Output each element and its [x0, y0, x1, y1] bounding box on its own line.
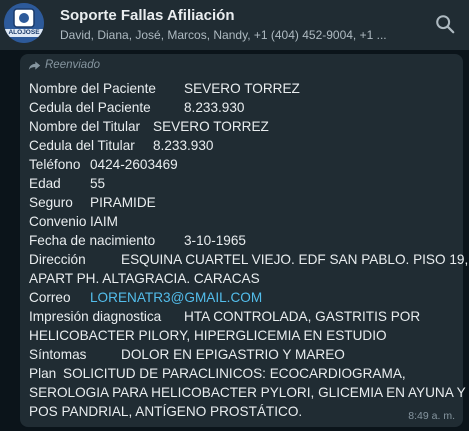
search-icon[interactable] [434, 13, 456, 35]
chat-participants: David, Diana, José, Marcos, Nandy, +1 (4… [60, 28, 387, 42]
field-value: IAIM [90, 214, 118, 229]
field-row: Seguro PIRAMIDE [29, 193, 461, 212]
field-value: SEROLOGIA PARA HELICOBACTER PYLORI, GLIC… [29, 385, 466, 400]
field-row: Dirección ESQUINA CUARTEL VIEJO. EDF SAN … [29, 250, 468, 269]
field-label: Plan [29, 366, 57, 381]
forwarded-indicator: Reenviado [28, 59, 100, 71]
field-value: SOLICITUD DE PARACLINICOS: ECOCARDIOGRAM… [63, 366, 406, 381]
field-row: Cedula del Titular 8.233.930 [29, 136, 461, 155]
field-value: 55 [90, 176, 106, 191]
field-row: Teléfono 0424-2603469 [29, 155, 461, 174]
field-row: APART PH. ALTAGRACIA. CARACAS [29, 269, 461, 288]
field-label: Nombre del Titular [29, 119, 141, 134]
field-value: HELICOBACTER PILORY, HIPERGLICEMIA EN ES… [29, 328, 387, 343]
field-label: Impresión diagnostica [29, 309, 162, 324]
field-row: Impresión diagnostica HTA CONTROLADA, GAS… [29, 307, 461, 326]
field-row: SEROLOGIA PARA HELICOBACTER PYLORI, GLIC… [29, 383, 466, 402]
field-row: POS PANDRIAL, ANTÍGENO PROSTÁTICO. [29, 402, 461, 421]
field-value: 3-10-1965 [184, 233, 246, 248]
field-label: Edad [29, 176, 61, 191]
field-label: Correo [29, 290, 71, 305]
field-label: Cedula del Paciente [29, 100, 151, 115]
field-label: Dirección [29, 252, 86, 267]
chat-title: Soporte Fallas Afiliación [60, 7, 235, 24]
message-timestamp: 8:49 a. m. [408, 410, 455, 422]
field-row: Nombre del Paciente SEVERO TORREZ [29, 79, 461, 98]
field-value: POS PANDRIAL, ANTÍGENO PROSTÁTICO. [29, 404, 303, 419]
field-value: PIRAMIDE [90, 195, 156, 210]
field-row: Nombre del Titular SEVERO TORREZ [29, 117, 461, 136]
field-value: 8.233.930 [184, 100, 245, 115]
field-label: Teléfono [29, 157, 81, 172]
field-label: Seguro [29, 195, 73, 210]
field-row: Cedula del Paciente 8.233.930 [29, 98, 461, 117]
field-value: APART PH. ALTAGRACIA. CARACAS [29, 271, 260, 286]
field-row: Convenio IAIM [29, 212, 461, 231]
message-bubble[interactable]: Reenviado Nombre del Paciente SEVERO TORR… [20, 54, 468, 427]
avatar-text: ALOJOSE [8, 29, 40, 36]
field-row: Correo LORENATR3@GMAIL.COM [29, 288, 461, 307]
field-value: 8.233.930 [153, 138, 214, 153]
field-value: SEVERO TORREZ [153, 119, 269, 134]
field-label: Cedula del Titular [29, 138, 135, 153]
field-row: Síntomas DOLOR EN EPIGASTRIO Y MAREO [29, 345, 461, 364]
chat-panel: Reenviado Nombre del Paciente SEVERO TORR… [0, 50, 469, 431]
group-avatar[interactable]: ALOJOSE [4, 3, 44, 43]
field-row: Fecha de nacimiento 3-10-1965 [29, 231, 461, 250]
email-link[interactable]: LORENATR3@GMAIL.COM [90, 290, 262, 305]
message-text: Nombre del Paciente SEVERO TORREZ Cedula … [29, 79, 468, 421]
forwarded-label: Reenviado [45, 59, 100, 71]
field-row: Edad 55 [29, 174, 461, 193]
field-label: Síntomas [29, 347, 87, 362]
field-value: ESQUINA CUARTEL VIEJO. EDF SAN PABLO. PI… [121, 252, 469, 267]
field-row: HELICOBACTER PILORY, HIPERGLICEMIA EN ES… [29, 326, 461, 345]
field-value: HTA CONTROLADA, GASTRITIS POR [184, 309, 421, 324]
field-value: SEVERO TORREZ [184, 81, 300, 96]
field-value: 0424-2603469 [90, 157, 178, 172]
field-value: DOLOR EN EPIGASTRIO Y MAREO [121, 347, 345, 362]
chat-header[interactable]: ALOJOSE Soporte Fallas Afiliación David,… [0, 0, 469, 50]
field-label: Fecha de nacimiento [29, 233, 156, 248]
field-label: Convenio [29, 214, 87, 229]
field-label: Nombre del Paciente [29, 81, 156, 96]
field-row: Plan SOLICITUD DE PARACLINICOS: ECOCARDIO… [29, 364, 461, 383]
avatar-logo-icon [4, 3, 44, 43]
forward-arrow-icon [28, 60, 41, 70]
